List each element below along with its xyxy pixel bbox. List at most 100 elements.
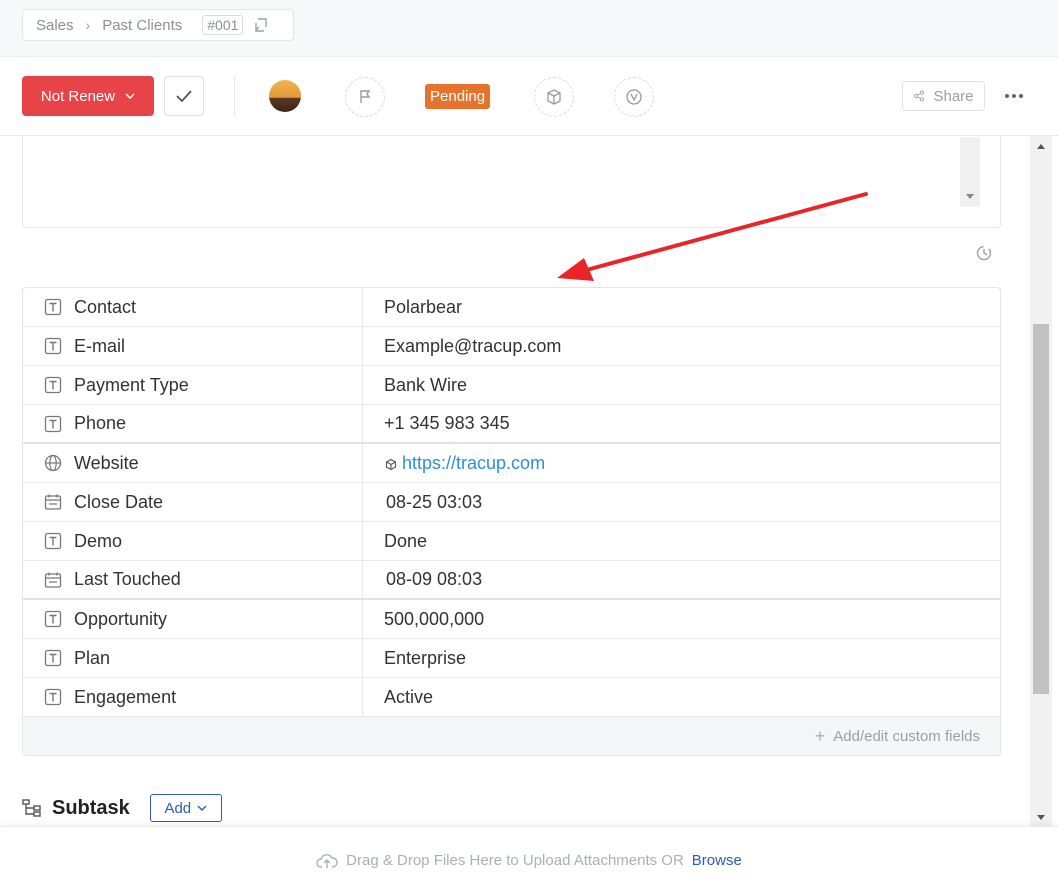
field-label: Phone	[74, 413, 127, 433]
field-name: Last Touched	[23, 561, 363, 598]
chevron-right-icon: ›	[85, 17, 91, 33]
text-field-icon	[43, 414, 63, 434]
history-icon[interactable]	[975, 244, 993, 262]
field-label: Close Date	[74, 491, 164, 512]
field-row-plan: Plan Enterprise	[23, 639, 1000, 678]
field-row-opportunity: Opportunity 500,000,000	[23, 600, 1000, 639]
cube-button[interactable]	[534, 77, 574, 117]
cloud-upload-icon	[316, 853, 338, 868]
field-value[interactable]: Bank Wire	[363, 366, 1000, 404]
assignee-avatar[interactable]	[269, 80, 301, 112]
field-name: Website	[23, 444, 363, 482]
breadcrumb-sales[interactable]: Sales	[36, 17, 74, 34]
check-icon	[176, 90, 192, 102]
share-label: Share	[933, 87, 974, 105]
field-row-last-touched: Last Touched 08-09 08:03	[23, 561, 1000, 600]
field-name: E-mail	[23, 327, 363, 365]
add-custom-fields-button[interactable]: + Add/edit custom fields	[23, 717, 1000, 755]
field-value[interactable]: Polarbear	[363, 288, 1000, 326]
main-scrollbar[interactable]	[1030, 136, 1052, 826]
task-id-badge[interactable]: #001	[202, 15, 244, 35]
field-name: Demo	[23, 522, 363, 560]
upload-dropzone[interactable]: Drag & Drop Files Here to Upload Attachm…	[0, 826, 1058, 894]
text-field-icon	[43, 336, 63, 356]
breadcrumb-past-clients[interactable]: Past Clients	[102, 17, 182, 34]
field-name: Plan	[23, 639, 363, 677]
scrollbar-thumb[interactable]	[1033, 324, 1049, 694]
field-label: Contact	[74, 296, 137, 317]
top-bar: Sales › Past Clients #001	[0, 0, 1058, 57]
subtask-title: Subtask	[52, 796, 130, 819]
add-custom-fields-label: Add/edit custom fields	[833, 727, 980, 745]
field-value[interactable]: 500,000,000	[363, 600, 1000, 638]
field-value-text: 08-25 03:03	[386, 491, 483, 512]
field-value-text: 08-09 08:03	[386, 569, 483, 589]
field-name: Engagement	[23, 678, 363, 716]
calendar-icon	[43, 492, 63, 512]
field-row-phone: Phone +1 345 983 345	[23, 405, 1000, 444]
task-toolbar: Not Renew Pending Share	[0, 57, 1058, 136]
field-value[interactable]: 08-09 08:03	[363, 561, 1000, 598]
field-value[interactable]: Enterprise	[363, 639, 1000, 677]
chevron-down-icon	[125, 93, 135, 99]
scroll-up-arrow[interactable]	[1037, 144, 1045, 149]
field-label: Demo	[74, 530, 123, 551]
add-subtask-label: Add	[164, 799, 192, 817]
browse-link[interactable]: Browse	[692, 852, 742, 869]
share-button[interactable]: Share	[902, 81, 985, 111]
field-row-engagement: Engagement Active	[23, 678, 1000, 717]
text-field-icon	[43, 375, 63, 395]
plus-icon: +	[814, 725, 826, 746]
scroll-down-arrow[interactable]	[1037, 815, 1045, 820]
link-icon	[384, 456, 398, 471]
field-value-text: Active	[384, 686, 434, 707]
pending-badge[interactable]: Pending	[425, 84, 491, 109]
field-name: Close Date	[23, 483, 363, 521]
field-value-text: Enterprise	[384, 647, 467, 668]
field-label: Opportunity	[74, 608, 168, 629]
field-label: Last Touched	[74, 569, 181, 589]
field-value-text: Done	[384, 530, 428, 551]
subtask-header: Subtask Add	[22, 794, 222, 822]
status-label: Not Renew	[40, 87, 116, 105]
more-options-icon[interactable]	[1002, 87, 1026, 105]
priority-button[interactable]	[345, 77, 385, 117]
field-row-demo: Demo Done	[23, 522, 1000, 561]
text-field-icon	[43, 297, 63, 317]
task-detail-content: Contact Polarbear E-mail Example@tracup.com…	[0, 136, 1030, 824]
subtask-icon	[22, 799, 41, 817]
complete-button[interactable]	[164, 76, 204, 116]
field-label: Website	[74, 452, 139, 473]
field-value[interactable]: +1 345 983 345	[363, 405, 1000, 442]
description-editor[interactable]	[22, 136, 1001, 228]
text-field-icon	[43, 609, 63, 629]
description-scrollbar[interactable]	[960, 137, 980, 207]
field-value-text: Example@tracup.com	[384, 335, 562, 356]
field-name: Phone	[23, 405, 363, 442]
add-subtask-button[interactable]: Add	[149, 794, 222, 822]
field-value[interactable]: 08-25 03:03	[363, 483, 1000, 521]
field-row-e-mail: E-mail Example@tracup.com	[23, 327, 1000, 366]
field-label: E-mail	[74, 335, 126, 356]
globe-icon	[43, 453, 63, 473]
field-label: Plan	[74, 647, 111, 668]
breadcrumb: Sales › Past Clients #001	[22, 9, 294, 41]
field-value[interactable]: Example@tracup.com	[363, 327, 1000, 365]
status-dropdown-button[interactable]: Not Renew	[22, 76, 154, 116]
field-value-text: https://tracup.com	[402, 452, 546, 473]
field-row-payment-type: Payment Type Bank Wire	[23, 366, 1000, 405]
field-value[interactable]: Active	[363, 678, 1000, 716]
field-row-close-date: Close Date 08-25 03:03	[23, 483, 1000, 522]
version-button[interactable]	[614, 77, 654, 117]
field-value-text: +1 345 983 345	[384, 413, 510, 433]
copy-link-icon[interactable]	[253, 17, 269, 33]
field-value[interactable]: Done	[363, 522, 1000, 560]
field-value[interactable]: https://tracup.com	[363, 444, 1000, 482]
field-name: Contact	[23, 288, 363, 326]
field-row-contact: Contact Polarbear	[23, 288, 1000, 327]
text-field-icon	[43, 687, 63, 707]
calendar-icon	[43, 570, 63, 590]
flag-icon	[360, 90, 371, 103]
cube-icon	[547, 89, 561, 105]
field-value-text: Bank Wire	[384, 374, 468, 395]
